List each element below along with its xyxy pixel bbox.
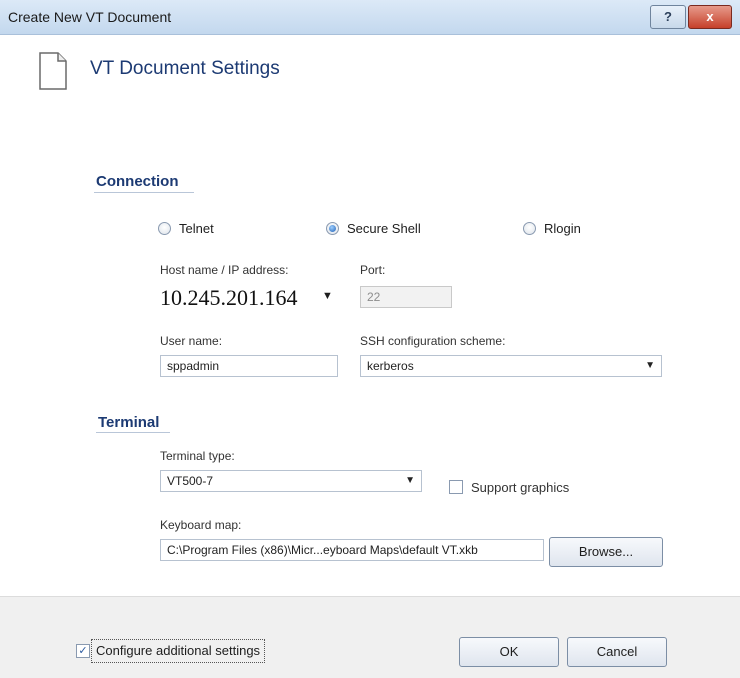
radio-secure-shell-dot[interactable] xyxy=(326,222,339,235)
connection-section-title: Connection xyxy=(96,173,179,190)
keyboard-map-label: Keyboard map: xyxy=(160,518,242,532)
terminal-divider xyxy=(96,432,170,433)
terminal-type-label: Terminal type: xyxy=(160,449,235,463)
configure-settings-label[interactable]: Configure additional settings xyxy=(91,639,266,663)
radio-secure-shell-label: Secure Shell xyxy=(347,221,421,236)
radio-rlogin-dot[interactable] xyxy=(523,222,536,235)
radio-rlogin[interactable]: Rlogin xyxy=(523,221,581,236)
chevron-down-icon[interactable]: ▼ xyxy=(645,356,655,376)
radio-rlogin-label: Rlogin xyxy=(544,221,581,236)
ssh-scheme-value: kerberos xyxy=(367,359,414,373)
window-title: Create New VT Document xyxy=(8,9,172,25)
terminal-type-select[interactable]: VT500-7 ▼ xyxy=(160,470,422,492)
cancel-button[interactable]: Cancel xyxy=(567,637,667,667)
port-field: 22 xyxy=(360,286,452,308)
radio-telnet-dot[interactable] xyxy=(158,222,171,235)
user-label: User name: xyxy=(160,334,223,348)
terminal-section-title: Terminal xyxy=(98,414,160,431)
radio-secure-shell[interactable]: Secure Shell xyxy=(326,221,421,236)
chevron-down-icon[interactable]: ▼ xyxy=(405,471,415,491)
host-label: Host name / IP address: xyxy=(160,263,289,277)
ssh-scheme-label: SSH configuration scheme: xyxy=(360,334,506,348)
dialog-header: VT Document Settings xyxy=(0,35,740,109)
host-value[interactable]: 10.245.201.164 xyxy=(160,285,298,311)
user-name-field[interactable]: sppadmin xyxy=(160,355,338,377)
dialog-window: Create New VT Document ? x VT Document S… xyxy=(0,0,740,678)
browse-button[interactable]: Browse... xyxy=(549,537,663,567)
chevron-down-icon[interactable]: ▼ xyxy=(322,290,333,302)
keyboard-map-field[interactable]: C:\Program Files (x86)\Micr...eyboard Ma… xyxy=(160,539,544,561)
support-graphics-label[interactable]: Support graphics xyxy=(471,480,569,495)
header-title: VT Document Settings xyxy=(90,58,280,79)
support-graphics-checkbox[interactable] xyxy=(449,480,463,494)
title-bar: Create New VT Document ? x xyxy=(0,0,740,35)
ok-button[interactable]: OK xyxy=(459,637,559,667)
connection-divider xyxy=(94,192,194,193)
radio-telnet[interactable]: Telnet xyxy=(158,221,214,236)
help-button[interactable]: ? xyxy=(650,5,686,29)
host-combobox[interactable]: 10.245.201.164 ▼ xyxy=(160,281,340,315)
ssh-scheme-select[interactable]: kerberos ▼ xyxy=(360,355,662,377)
configure-settings-checkbox[interactable]: ✓ xyxy=(76,644,90,658)
document-icon xyxy=(39,52,67,90)
radio-telnet-label: Telnet xyxy=(179,221,214,236)
terminal-type-value: VT500-7 xyxy=(167,474,214,488)
close-button[interactable]: x xyxy=(688,5,732,29)
port-label: Port: xyxy=(360,263,386,277)
